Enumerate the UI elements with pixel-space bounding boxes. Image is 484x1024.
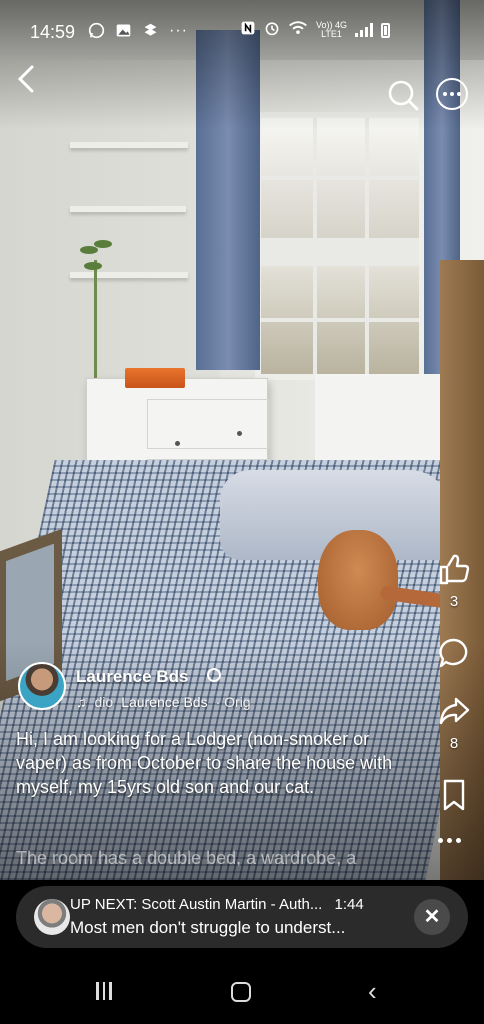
close-icon[interactable]: ✕: [414, 899, 450, 935]
music-note-icon: ♫: [76, 694, 87, 710]
audio-prefix: dio: [94, 694, 114, 710]
public-globe-icon: [207, 668, 221, 682]
status-bar: 14:59 ··· Vo)) 4G LTE1: [0, 0, 484, 62]
home-icon[interactable]: [231, 982, 251, 1002]
books: [125, 368, 185, 388]
volte-lte-icon: Vo)) 4G LTE1: [316, 21, 347, 39]
alarm-icon: [264, 20, 280, 40]
up-next-avatar: [34, 899, 70, 935]
post-caption[interactable]: Hi, I am looking for a Lodger (non-smoke…: [16, 727, 398, 799]
wall-shelf: [70, 142, 188, 148]
comment-icon: [439, 638, 468, 668]
lte-label: LTE1: [321, 29, 342, 39]
up-next-label: UP NEXT: Scott Austin Martin - Auth...: [70, 896, 323, 913]
like-count: 3: [449, 593, 459, 610]
signal-icon: [355, 23, 374, 37]
audio-author: Laurence Bds: [121, 694, 208, 710]
status-time: 14:59: [30, 22, 76, 42]
battery-icon: [381, 22, 391, 38]
up-next-title: Most men don't struggle to underst...: [70, 918, 346, 937]
more-options-icon[interactable]: [436, 78, 468, 110]
up-next-header: UP NEXT: Scott Austin Martin - Auth... 1…: [70, 896, 364, 913]
nav-back-icon[interactable]: ‹: [368, 976, 377, 1007]
nfc-icon: [240, 20, 256, 40]
room-window: [255, 112, 425, 380]
system-nav-bar: ‹: [0, 960, 484, 1024]
wall-shelf: [70, 206, 186, 212]
notification-icons: ···: [88, 22, 188, 44]
post-caption-more[interactable]: The room has a double bed, a wardrobe, a: [16, 846, 416, 866]
share-button[interactable]: 8: [434, 694, 474, 752]
recent-apps-icon[interactable]: [96, 982, 112, 1000]
audio-suffix: · Orig: [215, 694, 251, 710]
up-next-card[interactable]: UP NEXT: Scott Austin Martin - Auth... 1…: [16, 886, 468, 948]
wifi-icon: [288, 20, 308, 40]
system-icons: Vo)) 4G LTE1: [240, 20, 391, 40]
author-name[interactable]: Laurence Bds: [76, 667, 188, 687]
back-arrow-icon[interactable]: [14, 64, 42, 96]
more-actions-icon[interactable]: [438, 838, 461, 843]
whatsapp-icon: [88, 22, 105, 44]
author-avatar[interactable]: [18, 662, 66, 710]
audio-info[interactable]: ♫ dio Laurence Bds · Orig: [76, 694, 251, 710]
search-icon[interactable]: [386, 78, 420, 112]
gallery-icon: [115, 22, 132, 44]
dropbox-icon: [142, 22, 159, 44]
thumbs-up-icon: [439, 554, 470, 585]
more-notifications-icon: ···: [169, 22, 188, 39]
share-icon: [439, 697, 470, 725]
up-next-duration: 1:44: [334, 896, 364, 913]
comment-button[interactable]: [434, 636, 474, 675]
cat: [318, 530, 398, 630]
plant: [80, 240, 112, 400]
share-count: 8: [449, 735, 459, 752]
bookmark-icon: [443, 779, 465, 811]
save-button[interactable]: [434, 778, 474, 817]
like-button[interactable]: 3: [434, 552, 474, 610]
